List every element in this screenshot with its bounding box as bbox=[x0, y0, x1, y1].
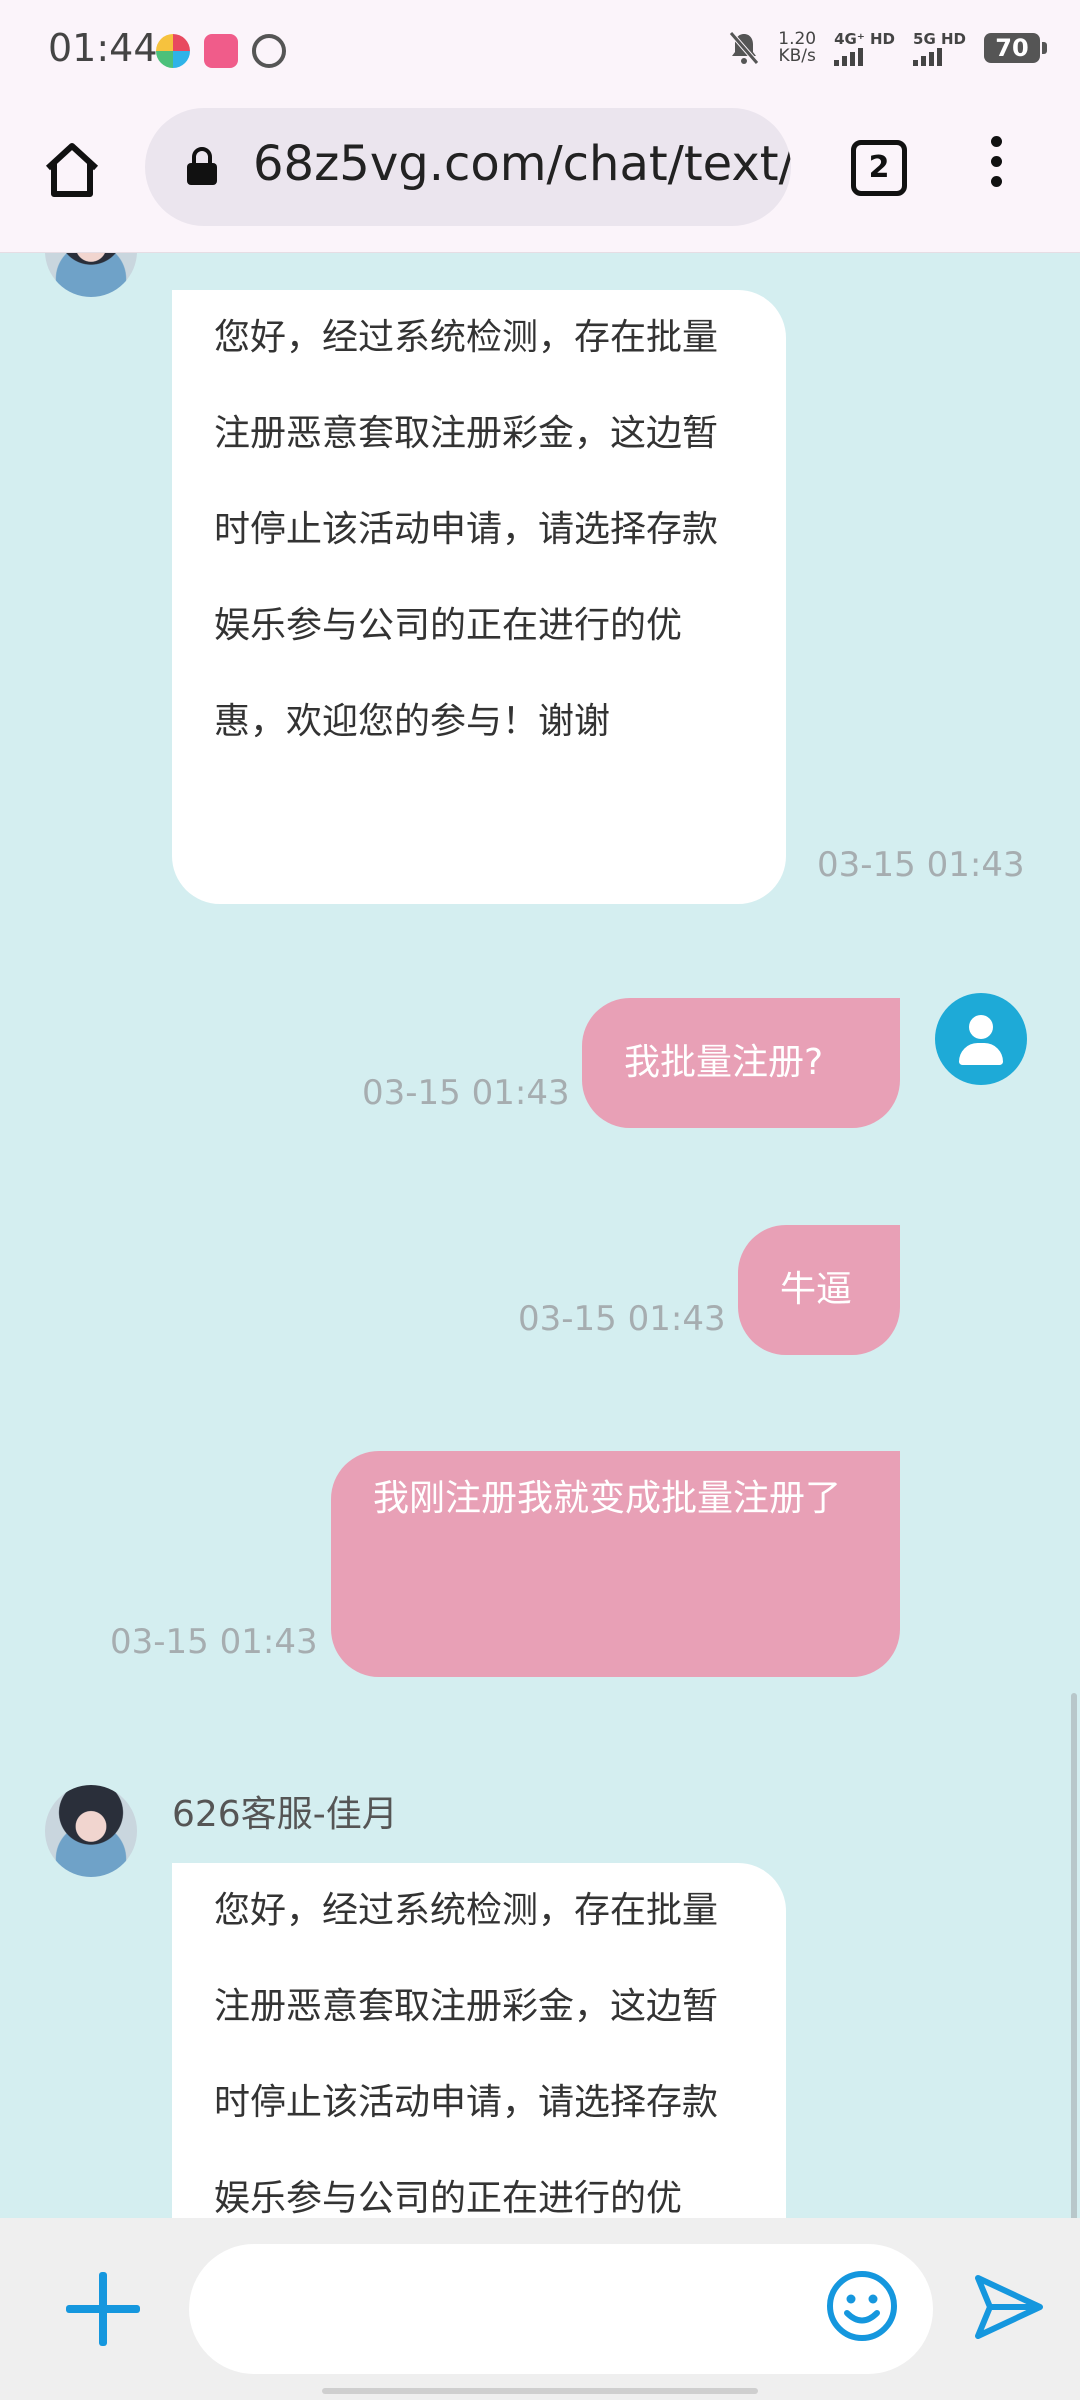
agent-message-bubble: 您好，经过系统检测，存在批量注册恶意套取注册彩金，这边暂时停止该活动申请，请选择… bbox=[172, 1863, 786, 2218]
signal-4g-label: 4G⁺ HD bbox=[834, 29, 896, 48]
user-avatar bbox=[935, 993, 1027, 1085]
signal-5g: 5G HD bbox=[913, 29, 966, 66]
chat-messages[interactable]: 您好，经过系统检测，存在批量注册恶意套取注册彩金，这边暂时停止该活动申请，请选择… bbox=[0, 253, 1080, 2218]
net-speed-unit: KB/s bbox=[778, 46, 816, 66]
address-bar[interactable]: 68z5vg.com/chat/text/ bbox=[145, 108, 791, 226]
agent-message-bubble: 您好，经过系统检测，存在批量注册恶意套取注册彩金，这边暂时停止该活动申请，请选择… bbox=[172, 290, 786, 904]
status-time: 01:44 bbox=[48, 26, 158, 70]
lock-icon bbox=[187, 147, 217, 185]
status-indicators: 1.20 KB/s 4G⁺ HD 5G HD 70 bbox=[728, 29, 1047, 66]
signal-bars-icon bbox=[913, 47, 966, 66]
status-bar: 01:44 1.20 KB/s 4G⁺ HD 5G HD 70 bbox=[0, 0, 1080, 100]
my-message-bubble: 牛逼 bbox=[738, 1225, 900, 1355]
status-app-icons bbox=[156, 34, 286, 68]
mute-bell-icon bbox=[729, 31, 760, 65]
tabs-icon[interactable]: 2 bbox=[851, 140, 907, 196]
signal-bars-icon bbox=[834, 47, 895, 66]
send-icon[interactable] bbox=[972, 2270, 1046, 2344]
agent-avatar bbox=[45, 1785, 137, 1877]
url-text: 68z5vg.com/chat/text/ bbox=[253, 136, 791, 192]
more-vert-icon[interactable] bbox=[978, 136, 1014, 196]
gesture-bar bbox=[322, 2388, 758, 2394]
message-input[interactable] bbox=[189, 2244, 933, 2374]
browser-toolbar: 68z5vg.com/chat/text/ 2 bbox=[0, 100, 1080, 253]
message-input-bar bbox=[0, 2218, 1080, 2400]
scrollbar[interactable] bbox=[1071, 1693, 1077, 2218]
message-timestamp: 03-15 01:43 bbox=[362, 1073, 570, 1113]
signal-4g: 4G⁺ HD bbox=[834, 29, 896, 66]
agent-avatar bbox=[45, 253, 137, 297]
app-notification-icon bbox=[252, 34, 286, 68]
my-message-bubble: 我批量注册? bbox=[582, 998, 900, 1128]
message-timestamp: 03-15 01:43 bbox=[518, 1299, 726, 1339]
home-icon[interactable] bbox=[40, 138, 104, 202]
net-speed: 1.20 KB/s bbox=[778, 31, 816, 65]
agent-name: 626客服-佳月 bbox=[172, 1794, 398, 1835]
app-notification-icon bbox=[204, 34, 238, 68]
message-timestamp: 03-15 01:43 bbox=[110, 1622, 318, 1662]
app-notification-icon bbox=[156, 34, 190, 68]
signal-5g-label: 5G HD bbox=[913, 29, 966, 48]
message-timestamp: 03-15 01:43 bbox=[817, 845, 1025, 885]
my-message-bubble: 我刚注册我就变成批量注册了 bbox=[331, 1451, 900, 1677]
plus-icon[interactable] bbox=[66, 2272, 140, 2346]
battery-indicator: 70 bbox=[984, 33, 1047, 63]
emoji-icon[interactable] bbox=[826, 2270, 898, 2342]
